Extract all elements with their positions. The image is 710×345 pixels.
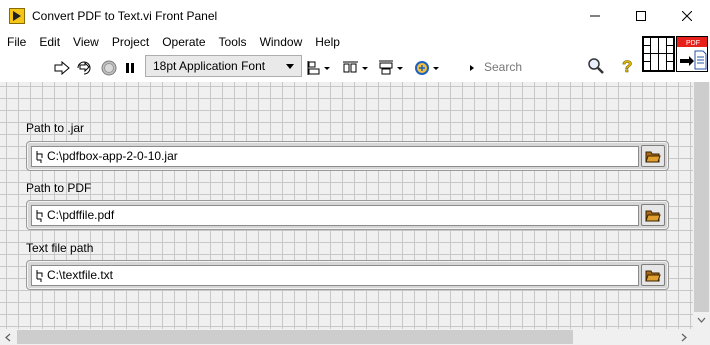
path-to-jar-value: C:\pdfbox-app-2-0-10.jar — [47, 149, 178, 163]
horizontal-scroll-thumb[interactable] — [17, 330, 573, 344]
vi-icon[interactable]: PDF — [676, 36, 708, 72]
vertical-scrollbar[interactable] — [693, 82, 710, 329]
text-file-path-input[interactable]: C:\textfile.txt — [31, 265, 639, 286]
minimize-button[interactable] — [572, 0, 618, 32]
menu-view[interactable]: View — [66, 32, 105, 52]
font-select[interactable]: 18pt Application Font — [145, 55, 302, 77]
menu-window[interactable]: Window — [253, 32, 309, 52]
scroll-right-arrow-icon[interactable] — [681, 333, 687, 342]
folder-icon — [645, 210, 661, 221]
labview-app-icon — [9, 8, 25, 24]
menu-project[interactable]: Project — [105, 32, 155, 52]
scroll-left-arrow-icon[interactable] — [5, 333, 11, 342]
resize-objects-icon[interactable] — [378, 59, 406, 77]
text-file-path-label: Text file path — [26, 241, 94, 255]
path-glyph-icon — [35, 209, 44, 223]
maximize-button[interactable] — [618, 0, 664, 32]
browse-text-file-button[interactable] — [641, 264, 665, 286]
path-to-pdf-label: Path to PDF — [26, 181, 92, 195]
menu-operate[interactable]: Operate — [155, 32, 211, 52]
browse-pdf-button[interactable] — [641, 204, 665, 226]
pause-icon[interactable] — [121, 59, 139, 77]
path-glyph-icon — [35, 269, 44, 283]
window-title: Convert PDF to Text.vi Front Panel — [32, 9, 218, 23]
run-continuously-icon[interactable] — [75, 59, 93, 77]
text-file-path-control: C:\textfile.txt — [26, 260, 669, 290]
menu-help[interactable]: Help — [308, 32, 346, 52]
path-to-jar-label: Path to .jar — [26, 121, 85, 135]
horizontal-scrollbar[interactable] — [0, 329, 693, 345]
menu-edit[interactable]: Edit — [32, 32, 66, 52]
menu-tools[interactable]: Tools — [212, 32, 253, 52]
title-bar: Convert PDF to Text.vi Front Panel — [0, 0, 710, 32]
vertical-scroll-thumb[interactable] — [694, 82, 709, 312]
path-to-pdf-control: C:\pdffile.pdf — [26, 200, 669, 230]
chevron-down-icon — [286, 64, 294, 69]
vi-icon-badge: PDF — [686, 40, 700, 47]
close-button[interactable] — [664, 0, 710, 32]
folder-icon — [645, 151, 661, 162]
abort-icon[interactable] — [100, 59, 118, 77]
run-arrow-icon[interactable] — [53, 59, 71, 77]
svg-text:?: ? — [622, 57, 632, 76]
scroll-down-arrow-icon[interactable] — [697, 317, 706, 323]
menu-bar: File Edit View Project Operate Tools Win… — [0, 32, 642, 52]
text-file-path-value: C:\textfile.txt — [47, 268, 114, 282]
reorder-icon[interactable] — [414, 59, 442, 77]
path-to-pdf-value: C:\pdffile.pdf — [47, 208, 115, 222]
scrollbar-corner — [693, 329, 710, 345]
distribute-objects-icon[interactable] — [342, 59, 370, 77]
help-icon[interactable]: ? — [619, 56, 637, 77]
path-to-jar-input[interactable]: C:\pdfbox-app-2-0-10.jar — [31, 146, 639, 167]
menu-file[interactable]: File — [0, 32, 32, 52]
font-select-value: 18pt Application Font — [153, 59, 266, 73]
path-to-jar-control: C:\pdfbox-app-2-0-10.jar — [26, 141, 669, 171]
search-options-arrow-icon[interactable] — [467, 59, 477, 77]
browse-jar-button[interactable] — [641, 145, 665, 167]
connector-pane-icon[interactable] — [642, 36, 675, 72]
align-objects-icon[interactable] — [307, 59, 333, 77]
folder-icon — [645, 270, 661, 281]
path-glyph-icon — [35, 150, 44, 164]
search-icon[interactable] — [587, 57, 605, 75]
path-to-pdf-input[interactable]: C:\pdffile.pdf — [31, 205, 639, 226]
